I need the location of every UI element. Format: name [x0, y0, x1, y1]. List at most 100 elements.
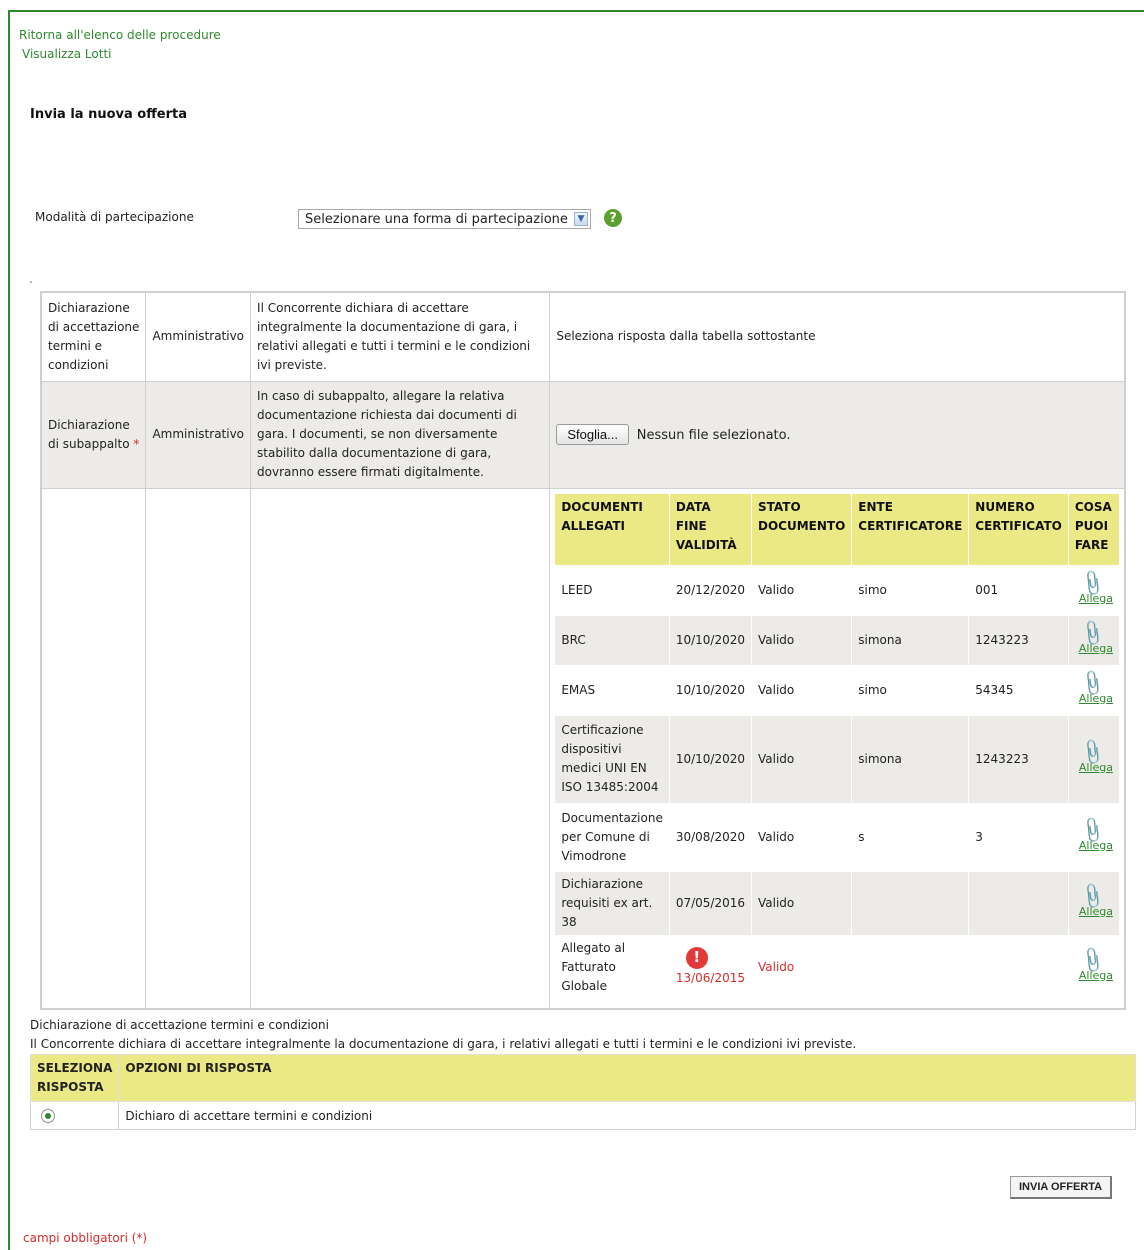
chevron-down-icon[interactable]: ▼	[574, 212, 588, 226]
response-option-label[interactable]: Dichiaro di accettare termini e condizio…	[118, 1101, 1136, 1130]
col-header-options: OPZIONI DI RISPOSTA	[118, 1054, 1136, 1102]
alert-icon: !	[685, 946, 708, 969]
doc-status: Valido	[750, 614, 853, 666]
table-row: BRC 10/10/2020 Valido simona 1243223 📎 Al…	[554, 614, 1121, 666]
response-options-table: SELEZIONA RISPOSTA OPZIONI DI RISPOSTA D…	[29, 1054, 1136, 1130]
attached-documents-table: DOCUMENTI ALLEGATI DATA FINE VALIDITÀ ST…	[554, 492, 1121, 1000]
doc-certifier	[851, 870, 970, 936]
doc-action: 📎 Allega	[1067, 614, 1121, 666]
doc-action: 📎 Allega	[1067, 802, 1121, 872]
doc-name: BRC	[554, 614, 670, 666]
table-row: EMAS 10/10/2020 Valido simo 54345 📎 Alleg…	[554, 664, 1121, 716]
file-upload-cell: Sfoglia... Nessun file selezionato.	[549, 380, 1126, 489]
doc-status: Valido	[750, 802, 853, 872]
participation-selected-value: Selezionare una forma di partecipazione	[305, 211, 568, 227]
empty-cell	[250, 487, 551, 1009]
doc-action: 📎 Allega	[1067, 714, 1121, 804]
declaration-type: Amministrativo	[145, 380, 252, 489]
doc-name: Certificazione dispositivi medici UNI EN…	[554, 714, 670, 804]
table-row: Documentazione per Comune di Vimodrone 3…	[554, 802, 1121, 872]
col-header-actions: COSA PUOI FARE	[1067, 492, 1121, 566]
doc-date: 10/10/2020	[668, 714, 753, 804]
declaration-name: Dichiarazione di accettazione termini e …	[40, 291, 147, 382]
doc-certifier: simo	[851, 664, 970, 716]
doc-date: 10/10/2020	[668, 664, 753, 716]
back-to-procedures-link[interactable]: Ritorna all'elenco delle procedure	[19, 28, 221, 42]
col-header-status: STATO DOCUMENTO	[750, 492, 853, 566]
doc-action: 📎 Allega	[1067, 564, 1121, 616]
dot-marker: .	[29, 272, 33, 286]
doc-cert-number: 54345	[968, 664, 1069, 716]
col-header-certifier: ENTE CERTIFICATORE	[851, 492, 970, 566]
col-header-cert-number: NUMERO CERTIFICATO	[968, 492, 1069, 566]
docs-cell: DOCUMENTI ALLEGATI DATA FINE VALIDITÀ ST…	[549, 487, 1126, 1009]
doc-cert-number: 001	[968, 564, 1069, 616]
docs-header-row: DOCUMENTI ALLEGATI DATA FINE VALIDITÀ ST…	[554, 492, 1121, 566]
expired-date: 13/06/2015	[675, 970, 745, 985]
col-header-expiry: DATA FINE VALIDITÀ	[668, 492, 753, 566]
doc-date: 20/12/2020	[668, 564, 753, 616]
no-file-text: Nessun file selezionato.	[636, 428, 791, 443]
doc-certifier	[851, 934, 970, 1000]
doc-name: Allegato al Fatturato Globale	[554, 934, 670, 1000]
declaration-name: Dichiarazione di subappalto *	[40, 380, 147, 489]
declaration-row-terms: Dichiarazione di accettazione termini e …	[40, 291, 1126, 382]
doc-name: LEED	[554, 564, 670, 616]
doc-action: 📎 Allega	[1067, 934, 1121, 1000]
response-section-title: Dichiarazione di accettazione termini e …	[30, 1018, 329, 1032]
doc-status: Valido	[750, 934, 853, 1000]
table-row: Dichiarazione requisiti ex art. 38 07/05…	[554, 870, 1121, 936]
doc-action: 📎 Allega	[1067, 870, 1121, 936]
page-title: Invia la nuova offerta	[30, 107, 187, 122]
doc-cert-number: 1243223	[968, 614, 1069, 666]
empty-cell	[145, 487, 252, 1009]
doc-name: Documentazione per Comune di Vimodrone	[554, 802, 670, 872]
submit-offer-button[interactable]: INVIA OFFERTA	[1010, 1176, 1113, 1199]
declarations-table: Dichiarazione di accettazione termini e …	[40, 291, 1126, 1010]
doc-status: Valido	[750, 714, 853, 804]
doc-action: 📎 Allega	[1067, 664, 1121, 716]
doc-certifier: simo	[851, 564, 970, 616]
doc-date: ! 13/06/2015	[668, 934, 753, 1000]
doc-status: Valido	[750, 664, 853, 716]
doc-status: Valido	[750, 870, 853, 936]
table-row-expired: Allegato al Fatturato Globale ! 13/06/20…	[554, 934, 1121, 1000]
doc-certifier: simona	[851, 614, 970, 666]
declaration-row-docs: DOCUMENTI ALLEGATI DATA FINE VALIDITÀ ST…	[40, 487, 1126, 1009]
doc-certifier: simona	[851, 714, 970, 804]
response-header-row: SELEZIONA RISPOSTA OPZIONI DI RISPOSTA	[29, 1054, 1136, 1102]
declaration-description: Il Concorrente dichiara di accettare int…	[250, 291, 551, 382]
doc-cert-number	[968, 870, 1069, 936]
table-row: Certificazione dispositivi medici UNI EN…	[554, 714, 1121, 804]
declaration-action: Seleziona risposta dalla tabella sottost…	[549, 291, 1126, 382]
doc-certifier: s	[851, 802, 970, 872]
col-header-documents: DOCUMENTI ALLEGATI	[554, 492, 670, 566]
participation-label: Modalità di partecipazione	[35, 210, 194, 224]
declaration-description: In caso di subappalto, allegare la relat…	[250, 380, 551, 489]
required-fields-note: campi obbligatori (*)	[23, 1231, 148, 1245]
browse-file-button[interactable]: Sfoglia...	[556, 424, 629, 445]
doc-name: Dichiarazione requisiti ex art. 38	[554, 870, 670, 936]
doc-cert-number: 1243223	[968, 714, 1069, 804]
col-header-select: SELEZIONA RISPOSTA	[29, 1054, 120, 1102]
doc-date: 30/08/2020	[668, 802, 753, 872]
table-row: LEED 20/12/2020 Valido simo 001 📎 Allega	[554, 564, 1121, 616]
doc-name: EMAS	[554, 664, 670, 716]
view-lots-link[interactable]: Visualizza Lotti	[22, 47, 111, 61]
response-option-row[interactable]: Dichiaro di accettare termini e condizio…	[29, 1101, 1136, 1130]
empty-cell	[40, 487, 147, 1009]
response-section-description: Il Concorrente dichiara di accettare int…	[30, 1037, 857, 1051]
required-asterisk: *	[133, 436, 140, 451]
declaration-type: Amministrativo	[145, 291, 252, 382]
declaration-row-subcontract: Dichiarazione di subappalto * Amministra…	[40, 380, 1126, 489]
declaration-name-text: Dichiarazione di subappalto	[48, 417, 130, 451]
doc-cert-number: 3	[968, 802, 1069, 872]
doc-status: Valido	[750, 564, 853, 616]
accept-terms-radio[interactable]	[41, 1109, 55, 1123]
question-icon[interactable]: ?	[604, 209, 622, 227]
doc-date: 07/05/2016	[668, 870, 753, 936]
doc-cert-number	[968, 934, 1069, 1000]
radio-cell[interactable]	[29, 1101, 120, 1130]
doc-date: 10/10/2020	[668, 614, 753, 666]
participation-select[interactable]: Selezionare una forma di partecipazione …	[298, 209, 591, 229]
